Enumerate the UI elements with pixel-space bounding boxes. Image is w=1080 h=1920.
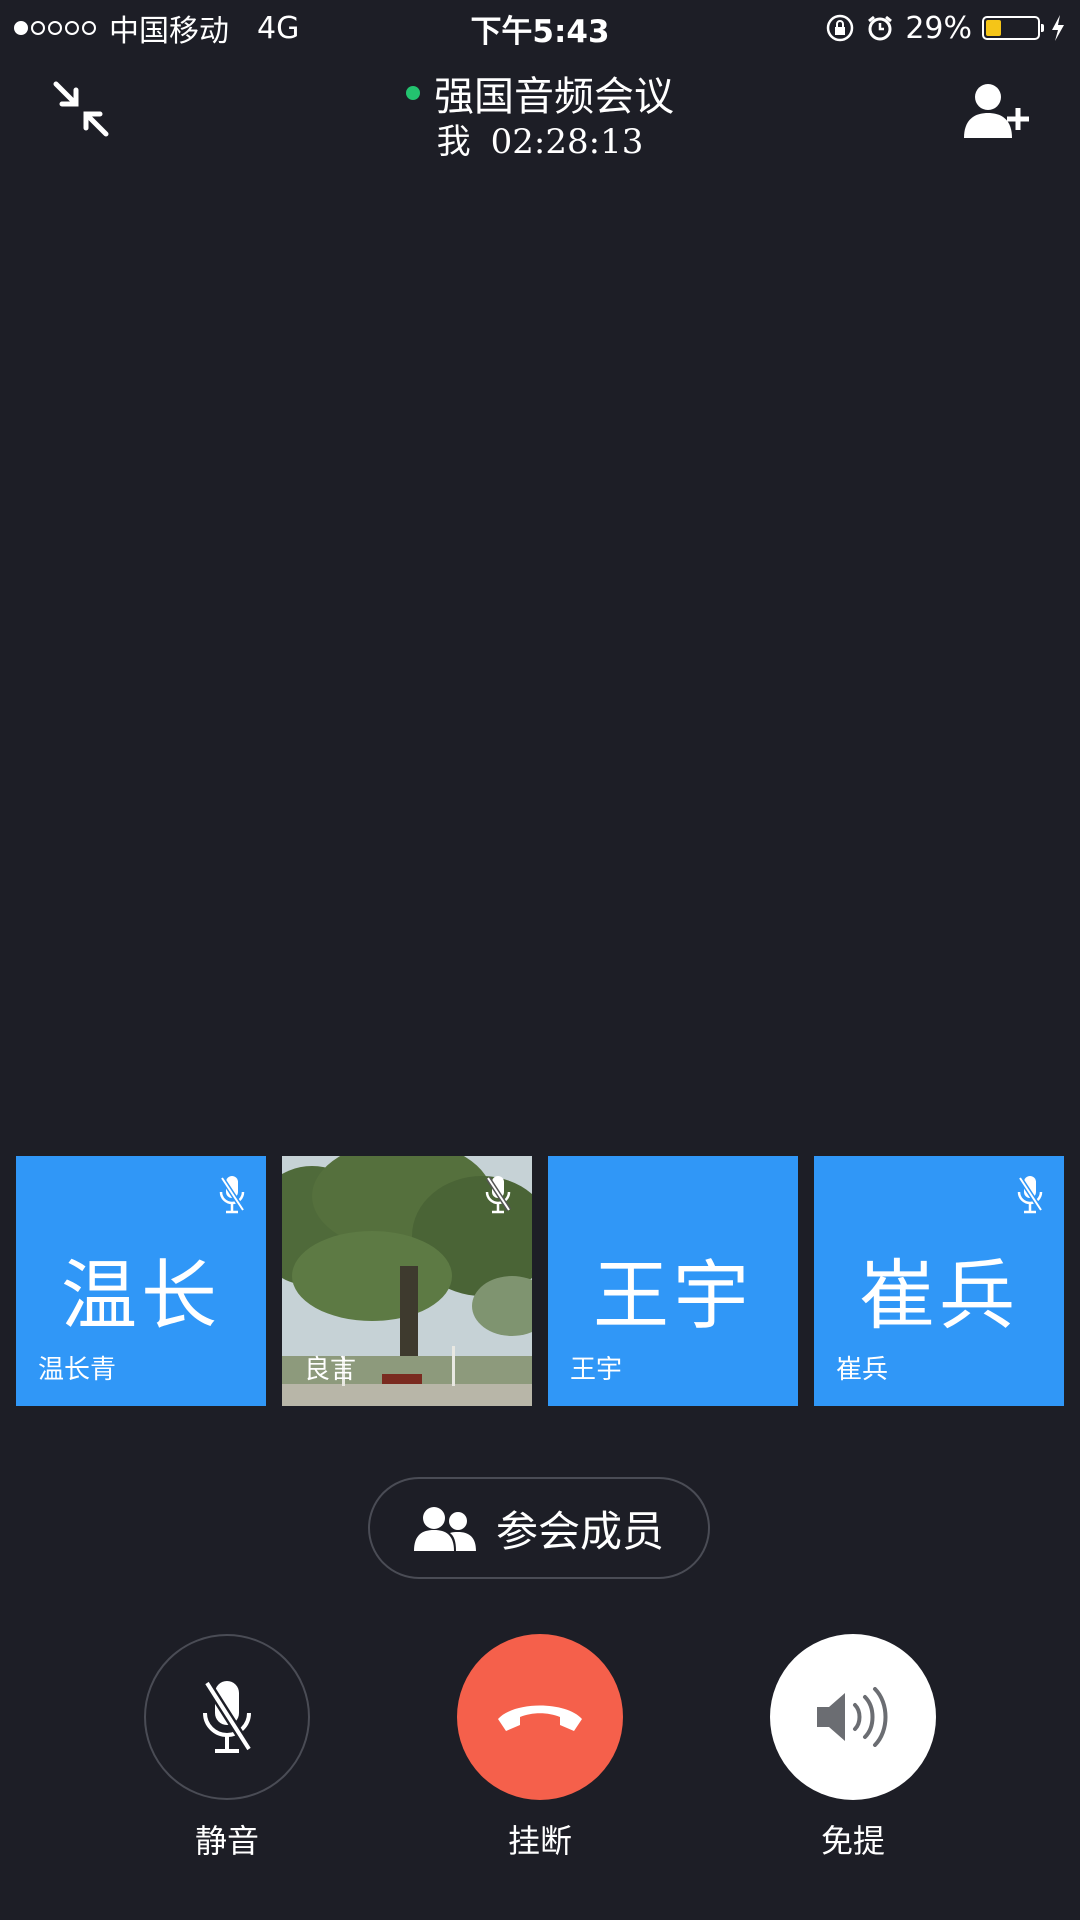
participant-name: 温长青: [38, 1355, 117, 1385]
orientation-lock-icon: [827, 14, 854, 42]
add-member-button[interactable]: [962, 80, 1030, 142]
battery-icon: [982, 16, 1044, 40]
members-button[interactable]: 参会成员: [368, 1477, 710, 1579]
status-bar: 中国移动 4G 下午5:43 29%: [0, 0, 1080, 54]
participant-name: 王宇: [570, 1355, 623, 1385]
hangup-button[interactable]: [457, 1634, 623, 1800]
alarm-icon: [868, 15, 893, 41]
mute-label: 静音: [194, 1822, 259, 1860]
call-duration: 02:28:13: [490, 122, 644, 162]
speaker-icon: [817, 1687, 888, 1747]
hangup-label: 挂断: [507, 1822, 572, 1860]
status-right: 29%: [825, 8, 1066, 48]
speaker-button[interactable]: [770, 1634, 936, 1800]
participant-tile[interactable]: 良言: [282, 1156, 532, 1406]
participant-avatar-text: 温长: [61, 1251, 221, 1340]
add-person-icon: [964, 84, 1029, 138]
participant-avatar-text: 崔兵: [859, 1251, 1019, 1340]
muted-mic-icon: [1017, 1176, 1044, 1214]
members-button-label: 参会成员: [495, 1506, 664, 1556]
participant-name: 崔兵: [836, 1355, 889, 1385]
participant-tiles: 温长 温长青 良言 王宇 王宇 崔兵 崔兵: [16, 1156, 1064, 1406]
members-icon: [413, 1507, 476, 1551]
participant-tile[interactable]: 崔兵 崔兵: [814, 1156, 1064, 1406]
participant-avatar-text: 王宇: [593, 1251, 753, 1340]
participant-tile[interactable]: 王宇 王宇: [548, 1156, 798, 1406]
muted-mic-icon: [219, 1176, 246, 1214]
current-speaker: 我: [436, 122, 471, 162]
participant-tile[interactable]: 温长 温长青: [16, 1156, 266, 1406]
live-indicator: [406, 86, 420, 100]
battery-fill: [986, 20, 1001, 36]
participant-name: 良言: [304, 1355, 357, 1385]
muted-mic-icon: [485, 1176, 512, 1214]
battery-percent: 29%: [905, 10, 972, 46]
phone-hangup-icon: [498, 1705, 582, 1731]
charging-icon: [1052, 15, 1064, 41]
speaker-label: 免提: [820, 1822, 885, 1860]
mic-off-icon: [203, 1680, 253, 1753]
mute-button[interactable]: [144, 1634, 310, 1800]
meeting-subtitle: 我 02:28:13: [0, 114, 1080, 163]
